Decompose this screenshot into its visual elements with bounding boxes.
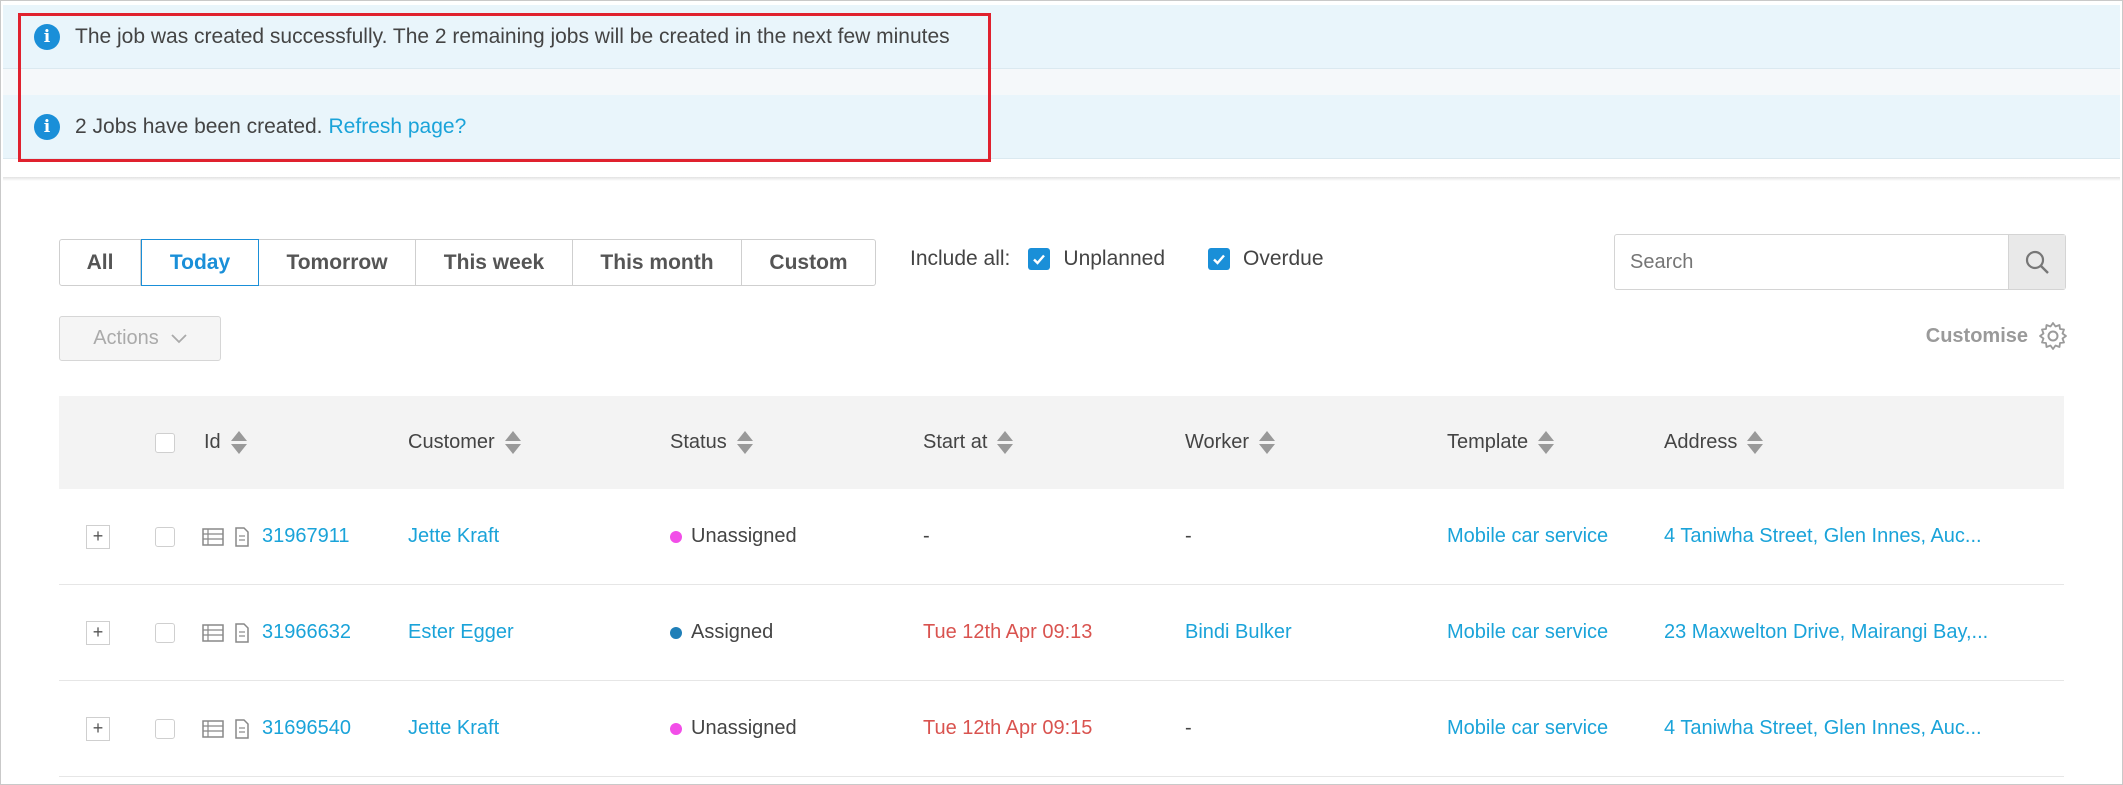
column-header-template[interactable]: Template: [1447, 396, 1555, 489]
column-header-worker[interactable]: Worker: [1185, 396, 1276, 489]
include-all-options: Include all: Unplanned Overdue: [910, 247, 1324, 271]
customise-button[interactable]: Customise: [1926, 321, 2068, 351]
table-row: + 31696540 Jette Kraft Unassigned Tue 12…: [59, 681, 2064, 777]
sort-icon: [230, 431, 247, 454]
customise-label: Customise: [1925, 324, 2028, 347]
sort-icon: [997, 431, 1014, 454]
worker-text: -: [1185, 717, 1192, 739]
address-link[interactable]: 4 Taniwha Street, Glen Innes, Auc...: [1664, 525, 1982, 548]
column-header-address[interactable]: Address: [1664, 396, 1764, 489]
app-frame: i The job was created successfully. The …: [0, 0, 2123, 785]
sort-icon: [1747, 431, 1764, 454]
start-at-text: -: [923, 525, 930, 547]
notification-text: 2 Jobs have been created.: [75, 114, 323, 138]
column-header-customer[interactable]: Customer: [408, 396, 521, 489]
notification-banner-created: i The job was created successfully. The …: [3, 5, 2120, 69]
date-filter-group: All Today Tomorrow This week This month …: [59, 239, 876, 286]
sort-icon: [1538, 431, 1555, 454]
row-checkbox[interactable]: [155, 526, 175, 547]
table-row: + 31966632 Ester Egger Assigned Tue 12th…: [59, 585, 2064, 681]
document-icon: [235, 526, 249, 547]
template-link[interactable]: Mobile car service: [1447, 717, 1608, 740]
row-checkbox[interactable]: [155, 622, 175, 643]
filter-this-week-button[interactable]: This week: [416, 239, 573, 286]
expand-row-button[interactable]: +: [86, 716, 110, 741]
status-text: Unassigned: [691, 525, 797, 547]
actions-dropdown[interactable]: Actions: [59, 316, 221, 361]
gear-icon: [2039, 322, 2067, 350]
check-icon: [1213, 254, 1225, 265]
status-dot: [670, 722, 682, 735]
info-icon: i: [34, 113, 60, 140]
column-header-id[interactable]: Id: [204, 396, 247, 489]
worker-link[interactable]: Bindi Bulker: [1185, 621, 1292, 644]
customer-link[interactable]: Jette Kraft: [408, 525, 499, 548]
filter-this-month-button[interactable]: This month: [573, 239, 742, 286]
banner-gap: [3, 69, 2120, 95]
address-link[interactable]: 4 Taniwha Street, Glen Innes, Auc...: [1664, 717, 1982, 740]
unplanned-label: Unplanned: [1063, 247, 1165, 270]
expand-row-button[interactable]: +: [86, 524, 110, 549]
overdue-label: Overdue: [1243, 247, 1324, 270]
document-icon: [235, 622, 249, 643]
template-link[interactable]: Mobile car service: [1447, 525, 1608, 548]
check-icon: [1033, 254, 1046, 265]
job-id-link[interactable]: 31967911: [262, 525, 350, 548]
column-header-status[interactable]: Status: [670, 396, 753, 489]
template-link[interactable]: Mobile car service: [1447, 621, 1608, 644]
info-icon: i: [34, 23, 60, 50]
filter-all-button[interactable]: All: [59, 239, 141, 286]
search-icon: [2025, 250, 2049, 274]
list-icon: [202, 623, 224, 642]
table-row: + 31967911 Jette Kraft Unassigned - - Mo…: [59, 489, 2064, 585]
include-all-label: Include all:: [910, 247, 1011, 270]
column-header-start-at[interactable]: Start at: [923, 396, 1014, 489]
chevron-down-icon: [171, 333, 187, 343]
customer-link[interactable]: Ester Egger: [408, 621, 514, 644]
sort-icon: [1259, 431, 1276, 454]
document-icon: [235, 718, 249, 739]
expand-row-button[interactable]: +: [86, 620, 110, 645]
notification-text: The job was created successfully. The 2 …: [75, 24, 950, 48]
job-id-link[interactable]: 31696540: [262, 717, 351, 740]
panel-divider: [3, 177, 2120, 181]
list-icon: [202, 719, 224, 738]
unplanned-checkbox[interactable]: [1028, 248, 1051, 270]
status-text: Unassigned: [691, 717, 797, 739]
search-box: [1614, 234, 2066, 290]
table-header: Id Customer Status Start at Worker Templ…: [59, 396, 2064, 489]
search-input[interactable]: [1615, 235, 2008, 289]
list-icon: [202, 527, 224, 546]
address-link[interactable]: 23 Maxwelton Drive, Mairangi Bay,...: [1664, 621, 1988, 644]
actions-label: Actions: [93, 327, 159, 349]
refresh-page-link[interactable]: Refresh page?: [329, 115, 467, 139]
sort-icon: [736, 431, 753, 454]
select-all-checkbox[interactable]: [155, 432, 175, 453]
start-at-text: Tue 12th Apr 09:13: [923, 621, 1093, 643]
filter-today-button[interactable]: Today: [141, 239, 259, 286]
status-dot: [670, 626, 682, 639]
row-checkbox[interactable]: [155, 718, 175, 739]
status-dot: [670, 530, 682, 543]
overdue-checkbox[interactable]: [1208, 248, 1230, 270]
worker-text: -: [1185, 525, 1192, 547]
notification-banner-jobs: i 2 Jobs have been created. Refresh page…: [3, 95, 2120, 159]
start-at-text: Tue 12th Apr 09:15: [923, 717, 1093, 739]
status-text: Assigned: [691, 621, 774, 643]
sort-icon: [504, 431, 521, 454]
filter-tomorrow-button[interactable]: Tomorrow: [259, 239, 416, 286]
customer-link[interactable]: Jette Kraft: [408, 717, 499, 740]
job-id-link[interactable]: 31966632: [262, 621, 351, 644]
jobs-table: Id Customer Status Start at Worker Templ…: [59, 396, 2064, 777]
filter-custom-button[interactable]: Custom: [742, 239, 876, 286]
search-button[interactable]: [2008, 235, 2065, 289]
